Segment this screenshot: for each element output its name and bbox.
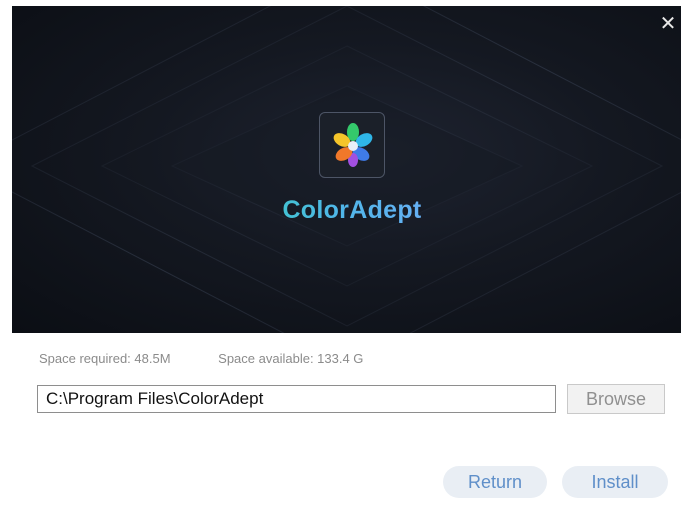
hero-banner: ✕ ColorAdept	[12, 6, 681, 333]
window-edge	[0, 0, 12, 511]
space-info: Space required: 48.5M Space available: 1…	[39, 351, 363, 366]
app-logo	[319, 112, 385, 178]
return-button[interactable]: Return	[443, 466, 547, 498]
installer-window: ✕ ColorAdept Space required: 48.5M Space…	[0, 0, 681, 511]
space-available-label: Space available: 133.4 G	[218, 351, 364, 366]
app-name-title: ColorAdept	[202, 196, 502, 225]
install-path-input[interactable]	[37, 385, 556, 413]
browse-button[interactable]: Browse	[567, 384, 665, 414]
flower-petals-icon	[333, 123, 373, 167]
install-button[interactable]: Install	[562, 466, 668, 498]
close-button[interactable]: ✕	[657, 12, 679, 34]
space-required-label: Space required: 48.5M	[39, 351, 171, 366]
